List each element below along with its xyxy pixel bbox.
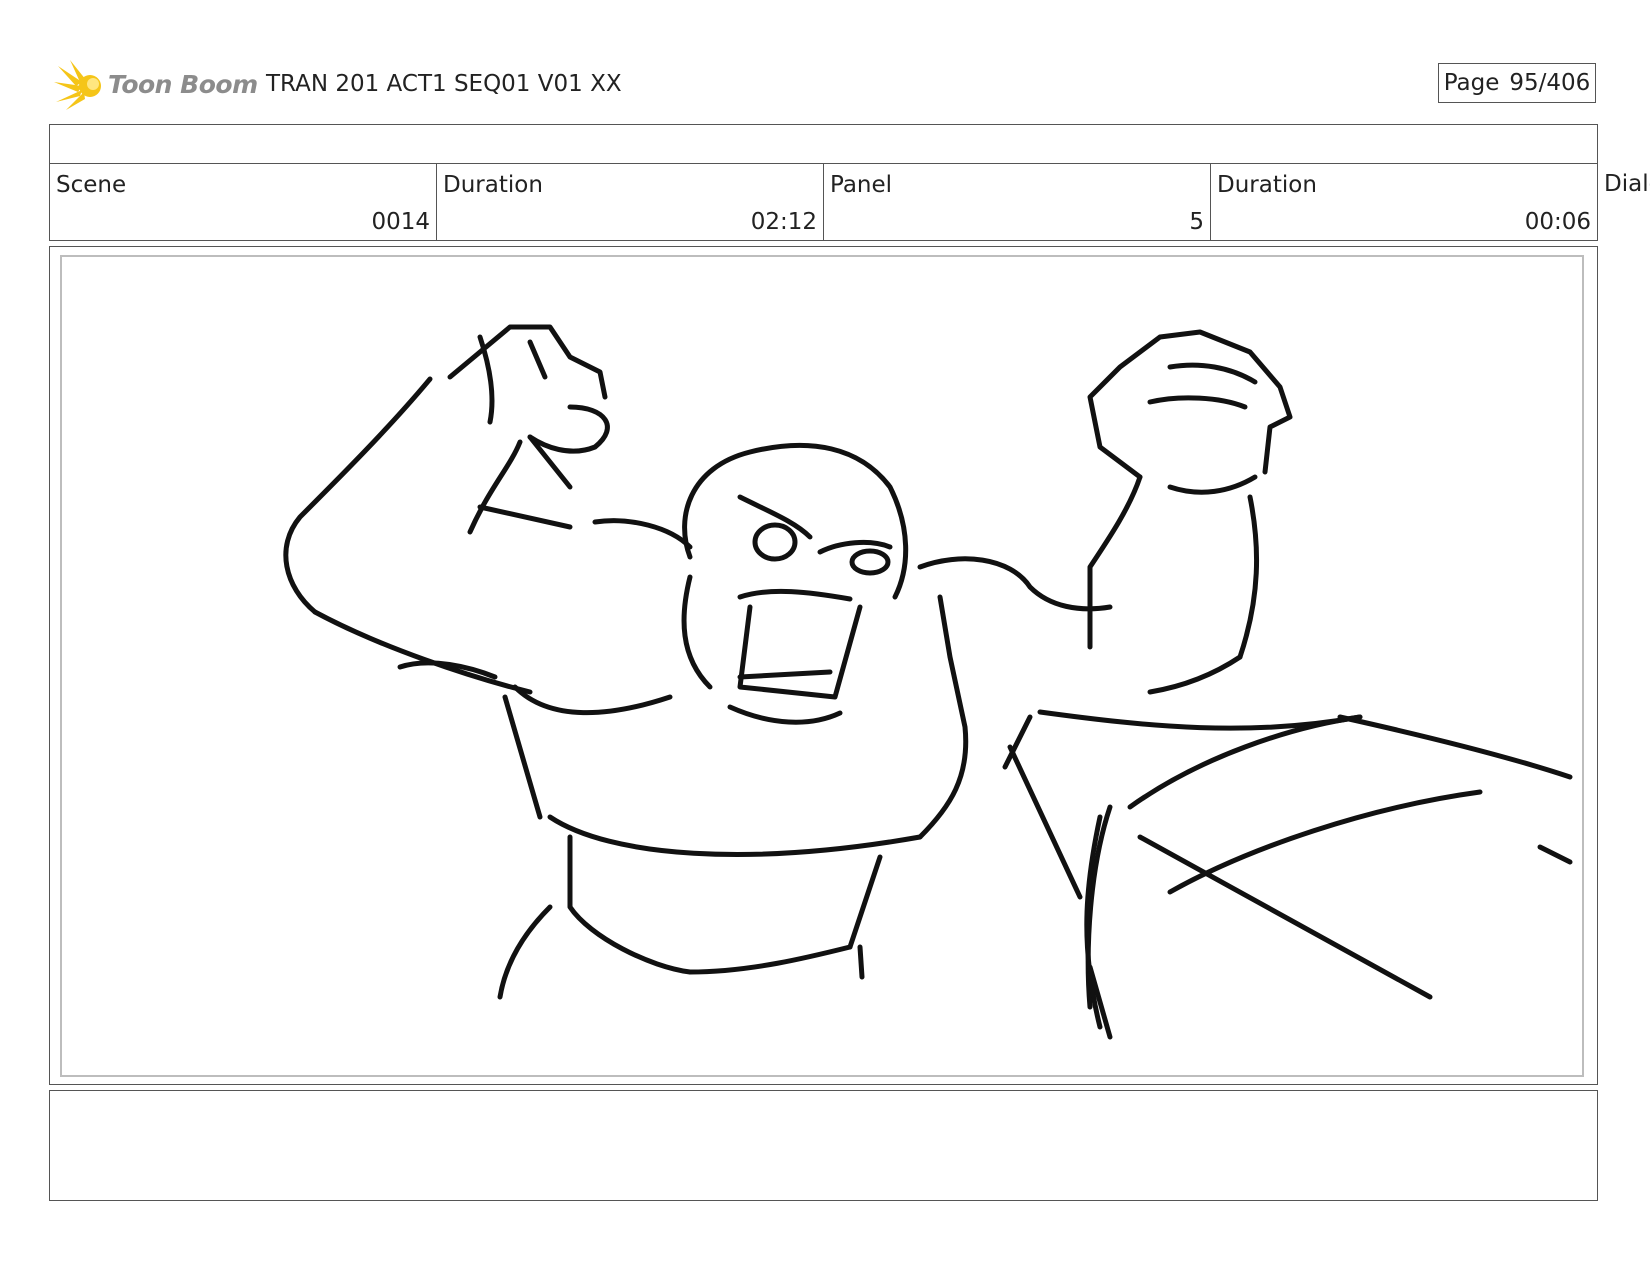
page-label: Page	[1443, 70, 1500, 96]
toon-boom-starburst-icon	[54, 60, 101, 110]
panel-duration-value: 00:06	[1524, 209, 1591, 235]
panel-cell: Panel 5	[823, 163, 1211, 241]
storyboard-sketch	[283, 324, 1573, 1040]
scene-duration-value: 02:12	[750, 209, 817, 235]
page-indicator: Page 95/406	[1438, 63, 1596, 103]
scene-duration-cell: Duration 02:12	[436, 163, 824, 241]
storyboard-panel-frame	[49, 246, 1598, 1085]
header-blank-row	[49, 124, 1598, 164]
panel-notes-box	[49, 1090, 1598, 1201]
scene-cell: Scene 0014	[49, 163, 437, 241]
logo-text: Toon Boom	[108, 70, 258, 99]
panel-duration-label: Duration	[1217, 172, 1317, 198]
toon-boom-logo: Toon Boom	[52, 58, 258, 112]
panel-duration-cell: Duration 00:06	[1210, 163, 1598, 241]
scene-value: 0014	[371, 209, 430, 235]
document-title: TRAN 201 ACT1 SEQ01 V01 XX	[266, 71, 622, 97]
panel-info-row: Scene 0014 Duration 02:12 Panel 5 Durati…	[49, 163, 1599, 241]
scene-label: Scene	[56, 172, 127, 198]
dialog-label: Dialo	[1604, 171, 1650, 197]
page-number: 95/406	[1509, 70, 1591, 96]
scene-duration-label: Duration	[443, 172, 543, 198]
panel-value: 5	[1189, 209, 1204, 235]
panel-label: Panel	[830, 172, 893, 198]
